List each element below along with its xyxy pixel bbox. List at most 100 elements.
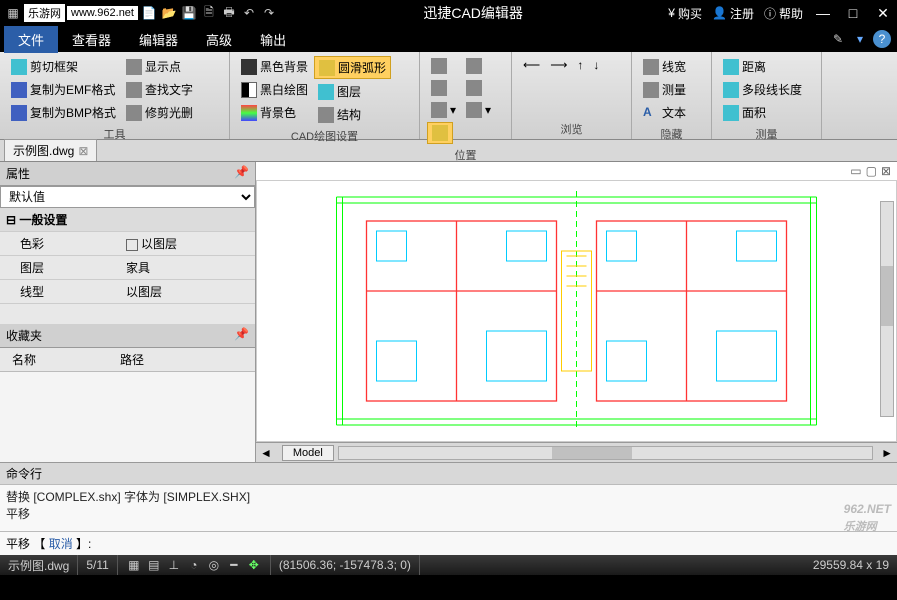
command-input[interactable]: 平移 【 取消 】:	[0, 531, 897, 555]
left-panel: 属性 📌 默认值 ⊟ 一般设置 色彩 以图层 图层 家具 线型 以图层 收藏夹 …	[0, 162, 256, 462]
prop-row[interactable]: 色彩 以图层	[0, 232, 255, 256]
zoom-out-button[interactable]	[462, 78, 495, 98]
maximize-view-icon[interactable]: ▢	[866, 164, 877, 178]
prop-key: 线型	[0, 280, 120, 303]
tab-nav-right-icon[interactable]: ►	[877, 446, 897, 460]
zoom-extents-button[interactable]	[427, 56, 460, 76]
help-round-icon[interactable]: ?	[873, 30, 891, 48]
nav-up-button[interactable]: ↑	[573, 56, 587, 74]
crop-frame-button[interactable]: 剪切框架	[7, 56, 120, 77]
zoom-window-button[interactable]	[427, 78, 460, 98]
fav-col-path[interactable]: 路径	[108, 348, 156, 371]
nav-right-button[interactable]: ⟶	[546, 56, 571, 74]
menu-tab-output[interactable]: 输出	[246, 26, 300, 53]
pin-icon[interactable]: 📌	[234, 165, 249, 182]
restore-icon[interactable]: ▭	[850, 164, 861, 178]
close-button[interactable]: ✕	[873, 3, 893, 23]
drawing-canvas[interactable]	[256, 180, 897, 442]
redo-icon[interactable]: ↷	[260, 4, 278, 22]
undo-icon[interactable]: ↶	[240, 4, 258, 22]
distance-button[interactable]: 距离	[719, 56, 806, 77]
cmd-suffix: 】:	[76, 537, 91, 551]
smooth-arc-button[interactable]: 圆滑弧形	[314, 56, 391, 79]
lwt-icon[interactable]: ━	[226, 557, 242, 573]
ortho-icon[interactable]: ⊥	[166, 557, 182, 573]
polar-icon[interactable]: ◔	[186, 557, 202, 573]
copy-bmp-button[interactable]: 复制为BMP格式	[7, 102, 120, 123]
grid-icon[interactable]: ▤	[146, 557, 162, 573]
properties-combo[interactable]: 默认值	[0, 186, 255, 208]
black-bg-button[interactable]: 黑色背景	[237, 56, 312, 77]
prop-row[interactable]: 线型 以图层	[0, 280, 255, 304]
cancel-link[interactable]: 取消	[49, 537, 73, 551]
zoom-scale-button[interactable]: ▾	[427, 100, 460, 120]
layers-button[interactable]: 图层	[314, 81, 391, 102]
pin-icon[interactable]: 📌	[234, 327, 249, 344]
open-icon[interactable]: 📂	[160, 4, 178, 22]
horizontal-scrollbar[interactable]	[338, 446, 873, 460]
minimize-button[interactable]: —	[813, 3, 833, 23]
status-coords: (81506.36; -157478.3; 0)	[271, 555, 420, 575]
snap-icon[interactable]: ▦	[126, 557, 142, 573]
copy-emf-button[interactable]: 复制为EMF格式	[7, 79, 120, 100]
prop-row[interactable]: 图层 家具	[0, 256, 255, 280]
zoom-in-button[interactable]	[462, 56, 495, 76]
lineweight-button[interactable]: 线宽	[639, 56, 690, 77]
menu-tab-viewer[interactable]: 查看器	[58, 26, 125, 53]
help-link[interactable]: ⓘ帮助	[764, 5, 803, 22]
maximize-button[interactable]: □	[843, 3, 863, 23]
osnap-icon[interactable]: ◎	[206, 557, 222, 573]
register-link[interactable]: 👤注册	[712, 5, 754, 22]
nav-down-button[interactable]: ↓	[589, 56, 603, 74]
trim-button[interactable]: 修剪光删	[122, 102, 197, 123]
favorites-list	[0, 372, 255, 462]
buy-link[interactable]: ¥购买	[668, 5, 702, 22]
tab-nav-left-icon[interactable]: ◄	[256, 446, 276, 460]
structure-button[interactable]: 结构	[314, 104, 391, 125]
menu-tab-file[interactable]: 文件	[4, 26, 58, 53]
nav-left-button[interactable]: ⟵	[519, 56, 544, 74]
text-button[interactable]: A文本	[639, 102, 690, 123]
save-icon[interactable]: 💾	[180, 4, 198, 22]
print-icon[interactable]: 🖶	[220, 4, 238, 22]
ribbon-group-label: CAD绘图设置	[236, 126, 413, 146]
find-text-button[interactable]: 查找文字	[122, 79, 197, 100]
status-file: 示例图.dwg	[0, 555, 78, 575]
canvas-area: ▭ ▢ ⊠	[256, 162, 897, 462]
ribbon-group-label: 浏览	[518, 119, 625, 139]
new-icon[interactable]: 📄	[140, 4, 158, 22]
checkbox-icon[interactable]	[126, 239, 138, 251]
zoom-prev-button[interactable]: ▾	[462, 100, 495, 120]
close-view-icon[interactable]: ⊠	[881, 164, 891, 178]
document-tab[interactable]: 示例图.dwg ⊠	[4, 139, 97, 161]
bg-color-button[interactable]: 背景色	[237, 102, 312, 123]
bw-draw-button[interactable]: 黑白绘图	[237, 79, 312, 100]
document-tab-label: 示例图.dwg	[13, 142, 74, 159]
close-tab-icon[interactable]: ⊠	[78, 144, 88, 158]
vertical-scrollbar[interactable]	[880, 201, 894, 417]
dropdown-icon[interactable]: ▾	[851, 30, 869, 48]
info-icon: ⓘ	[764, 5, 776, 22]
pencil-icon[interactable]: ✎	[829, 30, 847, 48]
pan-button[interactable]	[427, 122, 453, 144]
cmd-prompt: 平移 【	[6, 537, 45, 551]
saveall-icon[interactable]: 🗎	[200, 4, 218, 22]
model-tab[interactable]: Model	[282, 445, 334, 461]
measure-button[interactable]: 测量	[639, 79, 690, 100]
menu-tab-editor[interactable]: 编辑器	[125, 26, 192, 53]
menu-bar: 文件 查看器 编辑器 高级 输出 ✎ ▾ ?	[0, 26, 897, 52]
workspace: 属性 📌 默认值 ⊟ 一般设置 色彩 以图层 图层 家具 线型 以图层 收藏夹 …	[0, 162, 897, 462]
fav-col-name[interactable]: 名称	[0, 348, 48, 371]
ribbon-group-hide: 线宽 测量 A文本 隐藏	[632, 52, 712, 139]
site-url: www.962.net	[67, 6, 138, 20]
area-button[interactable]: 面积	[719, 102, 806, 123]
prop-category[interactable]: ⊟ 一般设置	[0, 208, 255, 231]
favorites-columns: 名称 路径	[0, 348, 255, 372]
log-line: 平移	[6, 505, 891, 522]
polyline-length-button[interactable]: 多段线长度	[719, 79, 806, 100]
favorites-header: 收藏夹 📌	[0, 324, 255, 348]
show-points-button[interactable]: 显示点	[122, 56, 197, 77]
menu-tab-advanced[interactable]: 高级	[192, 26, 246, 53]
cursor-icon[interactable]: ✥	[246, 557, 262, 573]
prop-key: 色彩	[0, 232, 120, 255]
